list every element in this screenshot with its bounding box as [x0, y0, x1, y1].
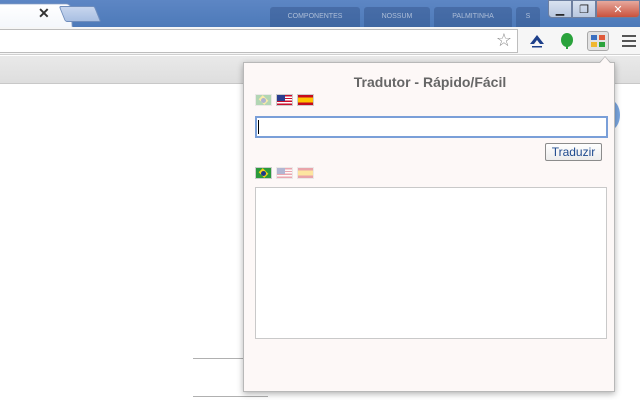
translation-result-area[interactable]	[255, 187, 607, 339]
window-controls: ▁ ❐ ✕	[548, 0, 640, 20]
source-text-input[interactable]	[255, 116, 608, 138]
page-divider	[193, 396, 268, 397]
tradutor-extension-icon[interactable]	[587, 31, 609, 51]
new-tab-button[interactable]	[58, 6, 102, 22]
target-language-flags	[255, 167, 314, 179]
background-tab[interactable]: COMPONENTES	[270, 7, 360, 27]
bookmark-star-icon[interactable]: ☆	[494, 31, 514, 49]
text-caret	[258, 120, 259, 134]
spain-flag-icon[interactable]	[297, 94, 314, 106]
popup-arrow-inner	[600, 57, 610, 63]
background-tab[interactable]: S	[516, 7, 540, 27]
background-tab[interactable]: NOSSUM	[364, 7, 430, 27]
translator-popup: Tradutor - Rápido/Fácil Traduzir	[243, 62, 615, 392]
brazil-flag-icon[interactable]	[255, 94, 272, 106]
usa-flag-icon[interactable]	[276, 94, 293, 106]
brazil-flag-icon[interactable]	[255, 167, 272, 179]
source-language-flags	[255, 94, 314, 106]
background-tab[interactable]: PALMITINHA	[434, 7, 512, 27]
popup-title: Tradutor - Rápido/Fácil	[353, 74, 507, 90]
minimize-button[interactable]: ▁	[548, 0, 572, 18]
background-tabs: COMPONENTES NOSSUM PALMITINHA S	[270, 7, 545, 27]
spain-flag-icon[interactable]	[297, 167, 314, 179]
close-window-button[interactable]: ✕	[596, 0, 640, 18]
usa-flag-icon[interactable]	[276, 167, 293, 179]
tab-strip: ✕ COMPONENTES NOSSUM PALMITINHA S ▁ ❐ ✕	[0, 0, 640, 27]
receita-federal-icon[interactable]	[526, 31, 548, 51]
restore-button[interactable]: ❐	[572, 0, 596, 18]
address-bar[interactable]	[0, 29, 518, 53]
translate-button[interactable]: Traduzir	[545, 143, 602, 161]
tab-close-icon[interactable]: ✕	[38, 5, 50, 21]
evernote-leaf-icon[interactable]	[556, 31, 578, 51]
page-divider	[193, 358, 243, 359]
menu-icon[interactable]	[622, 35, 636, 47]
browser-toolbar: ☆	[0, 27, 640, 55]
